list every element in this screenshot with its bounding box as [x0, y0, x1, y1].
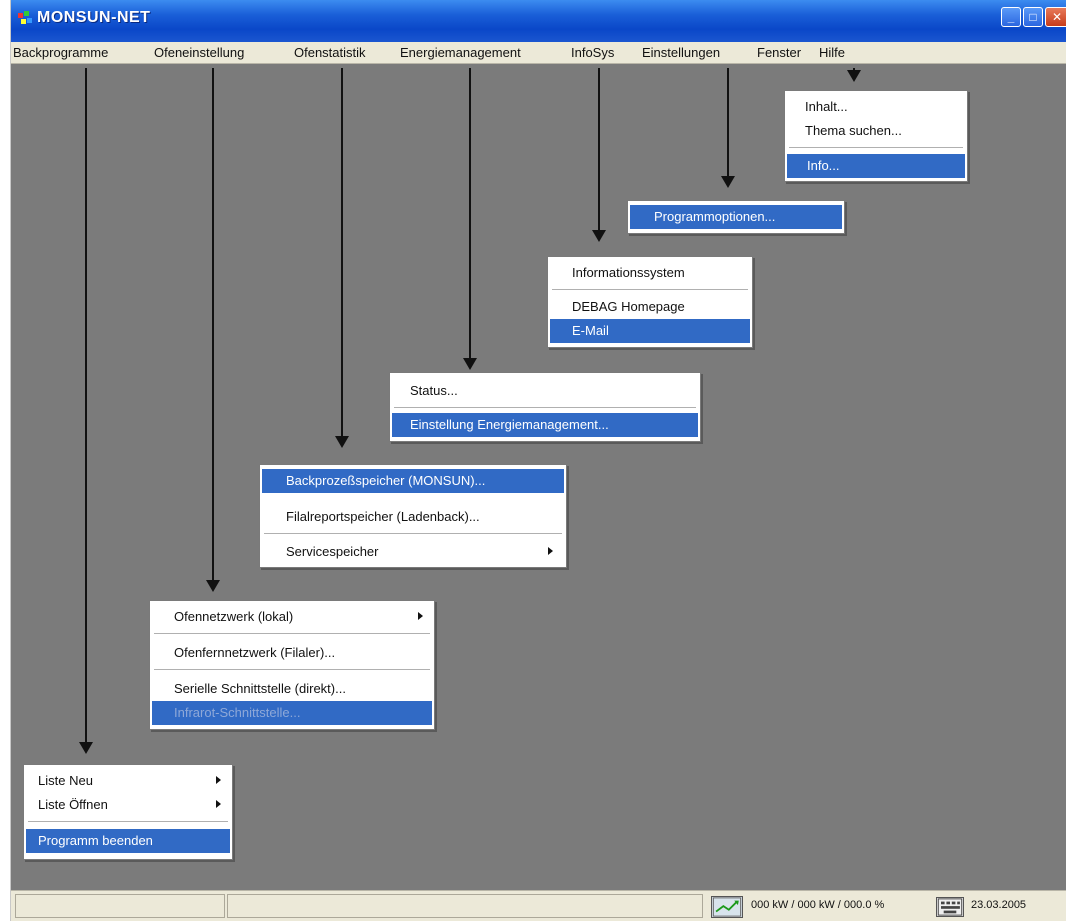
- submenu-arrow-icon: [216, 776, 221, 784]
- menu-item-debag-homepage[interactable]: DEBAG Homepage: [548, 295, 752, 319]
- menu-popup-backprogramme: Liste Neu Liste Öffnen Programm beenden: [23, 764, 233, 860]
- menu-popup-infosys: Informationssystem DEBAG Homepage E-Mail: [547, 256, 753, 348]
- arrow-down-icon: [847, 70, 861, 82]
- menu-popup-ofeneinstellung: Ofennetzwerk (lokal) Ofenfernnetzwerk (F…: [149, 600, 435, 730]
- menu-einstellungen[interactable]: Einstellungen: [642, 45, 720, 60]
- workspace: Inhalt... Thema suchen... Info... Progra…: [11, 64, 1066, 890]
- arrow-line: [598, 68, 600, 230]
- arrow-line: [85, 68, 87, 742]
- energy-status-text: 000 kW / 000 kW / 000.0 %: [751, 899, 885, 911]
- application-window: MONSUN-NET _ □ ✕ Backprogramme Ofeneinst…: [10, 0, 1066, 921]
- arrow-line: [341, 68, 343, 436]
- title-bar[interactable]: MONSUN-NET _ □ ✕: [11, 0, 1066, 42]
- arrow-down-icon: [79, 742, 93, 754]
- menu-item-programmoptionen[interactable]: Programmoptionen...: [630, 205, 842, 229]
- menu-item-einstellung-energiemanagement[interactable]: Einstellung Energiemanagement...: [392, 413, 698, 437]
- menu-popup-energiemanagement: Status... Einstellung Energiemanagement.…: [389, 372, 701, 442]
- menu-item-programm-beenden[interactable]: Programm beenden: [26, 829, 230, 853]
- menu-separator: [789, 147, 963, 148]
- menu-item-infrarot-schnittstelle[interactable]: Infrarot-Schnittstelle...: [152, 701, 432, 725]
- menu-item-serielle-schnittstelle[interactable]: Serielle Schnittstelle (direkt)...: [150, 677, 434, 701]
- menu-popup-hilfe: Inhalt... Thema suchen... Info...: [784, 90, 968, 182]
- window-title: MONSUN-NET: [37, 9, 151, 26]
- menu-item-liste-neu[interactable]: Liste Neu: [24, 769, 232, 793]
- menu-separator: [264, 533, 562, 534]
- menu-item-inhalt[interactable]: Inhalt...: [785, 95, 967, 119]
- submenu-arrow-icon: [216, 800, 221, 808]
- status-panel: [15, 894, 225, 918]
- maximize-icon[interactable]: □: [1023, 7, 1043, 27]
- submenu-arrow-icon: [548, 547, 553, 555]
- energy-gauge-icon[interactable]: [711, 896, 743, 918]
- menu-item-status[interactable]: Status...: [390, 379, 700, 403]
- keyboard-icon[interactable]: [936, 897, 964, 917]
- menu-energiemanagement[interactable]: Energiemanagement: [400, 45, 521, 60]
- menu-infosys[interactable]: InfoSys: [571, 45, 614, 60]
- menu-item-informationssystem[interactable]: Informationssystem: [548, 261, 752, 285]
- menu-item-backprozessspeicher[interactable]: Backprozeßspeicher (MONSUN)...: [262, 469, 564, 493]
- menu-item-filalreportspeicher[interactable]: Filalreportspeicher (Ladenback)...: [260, 505, 566, 529]
- status-date: 23.03.2005: [971, 899, 1027, 911]
- menu-fenster[interactable]: Fenster: [757, 45, 801, 60]
- menu-item-ofenfernnetzwerk[interactable]: Ofenfernnetzwerk (Filaler)...: [150, 641, 434, 665]
- submenu-arrow-icon: [418, 612, 423, 620]
- arrow-down-icon: [463, 358, 477, 370]
- arrow-down-icon: [721, 176, 735, 188]
- menu-item-ofennetzwerk-lokal[interactable]: Ofennetzwerk (lokal): [150, 605, 434, 629]
- status-panel: [227, 894, 703, 918]
- menu-item-liste-oeffnen[interactable]: Liste Öffnen: [24, 793, 232, 817]
- menu-separator: [154, 669, 430, 670]
- menu-ofenstatistik[interactable]: Ofenstatistik: [294, 45, 366, 60]
- menu-ofeneinstellung[interactable]: Ofeneinstellung: [154, 45, 244, 60]
- menu-item-email[interactable]: E-Mail: [550, 319, 750, 343]
- arrow-down-icon: [335, 436, 349, 448]
- menu-popup-einstellungen: Programmoptionen...: [627, 200, 845, 234]
- menu-item-servicespeicher[interactable]: Servicespeicher: [260, 540, 566, 564]
- minimize-icon[interactable]: _: [1001, 7, 1021, 27]
- menu-separator: [154, 633, 430, 634]
- arrow-line: [727, 68, 729, 176]
- arrow-down-icon: [592, 230, 606, 242]
- menu-bar: Backprogramme Ofeneinstellung Ofenstatis…: [11, 42, 1066, 64]
- arrow-down-icon: [206, 580, 220, 592]
- menu-popup-ofenstatistik: Backprozeßspeicher (MONSUN)... Filalrepo…: [259, 464, 567, 568]
- menu-item-info[interactable]: Info...: [787, 154, 965, 178]
- app-icon: [18, 11, 32, 24]
- arrow-line: [469, 68, 471, 358]
- menu-item-thema-suchen[interactable]: Thema suchen...: [785, 119, 967, 143]
- menu-backprogramme[interactable]: Backprogramme: [13, 45, 108, 60]
- menu-hilfe[interactable]: Hilfe: [819, 45, 845, 60]
- close-icon[interactable]: ✕: [1045, 7, 1066, 27]
- menu-separator: [394, 407, 696, 408]
- menu-separator: [552, 289, 748, 290]
- menu-separator: [28, 821, 228, 822]
- status-bar: 000 kW / 000 kW / 000.0 % 23.03.2005: [11, 890, 1066, 921]
- arrow-line: [212, 68, 214, 580]
